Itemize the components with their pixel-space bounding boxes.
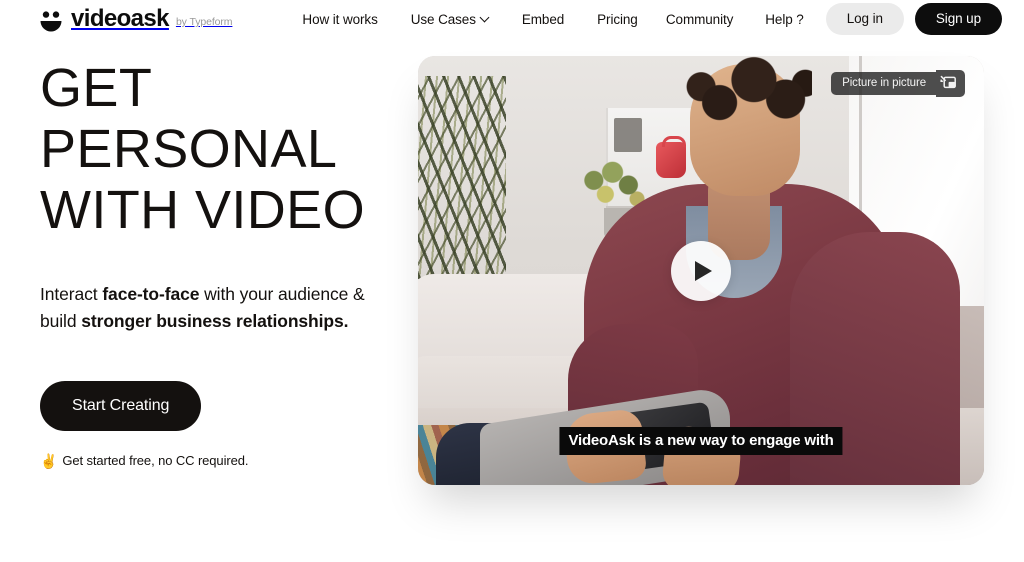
nav-label: How it works [302,11,378,27]
subcopy-text-1: Interact [40,284,103,304]
start-creating-button[interactable]: Start Creating [40,381,202,431]
brand-name: videoask [71,4,170,32]
nav-item-embed[interactable]: Embed [522,12,564,27]
landing-page: videoask by Typeform How it works Use Ca… [0,0,1024,562]
log-in-button[interactable]: Log in [825,2,904,36]
page-title: GET PERSONAL WITH VIDEO [40,58,365,240]
picture-in-picture-control[interactable]: Picture in picture [831,70,965,97]
picture-in-picture-button[interactable] [936,70,965,97]
subcopy-bold-2: stronger business relationships. [81,311,349,331]
secondary-nav: Community Help ? Log in Sign up [666,2,1002,36]
hero-video-player[interactable]: Picture in picture VideoAsk is a new way… [418,56,984,485]
hero-note: ✌ Get started free, no CC required. [40,453,390,468]
nav-label: Help ? [765,11,804,27]
play-button[interactable] [671,240,731,301]
play-icon [695,260,712,281]
pip-tooltip-label: Picture in picture [831,72,936,95]
nav-label: Use Cases [410,11,476,27]
nav-label: Community [665,11,734,27]
video-caption: VideoAsk is a new way to engage with [559,427,843,455]
subcopy-bold-1: face-to-face [102,284,200,304]
nav-item-how-it-works[interactable]: How it works [302,12,377,27]
primary-nav: How it works Use Cases Embed Pricing [302,12,637,27]
site-header: videoask by Typeform How it works Use Ca… [0,0,1024,38]
picture-in-picture-icon [940,75,956,93]
brand-byline: by Typeform [175,16,233,28]
hero-copy: GET PERSONAL WITH VIDEO Interact face-to… [40,58,390,468]
hero-subcopy: Interact face-to-face with your audience… [40,281,370,335]
hero-note-text: Get started free, no CC required. [62,453,249,468]
nav-item-use-cases[interactable]: Use Cases [411,12,489,27]
chevron-down-icon [481,14,489,22]
victory-hand-icon: ✌ [40,452,58,469]
nav-item-help[interactable]: Help ? [765,11,804,27]
nav-item-community[interactable]: Community [666,12,733,27]
nav-label: Embed [521,11,565,27]
smiley-face-icon [38,10,64,32]
nav-label: Pricing [597,11,638,27]
sign-up-button[interactable]: Sign up [914,2,1002,36]
brand-logo-link[interactable]: videoask by Typeform [38,4,233,32]
nav-item-pricing[interactable]: Pricing [597,12,638,27]
